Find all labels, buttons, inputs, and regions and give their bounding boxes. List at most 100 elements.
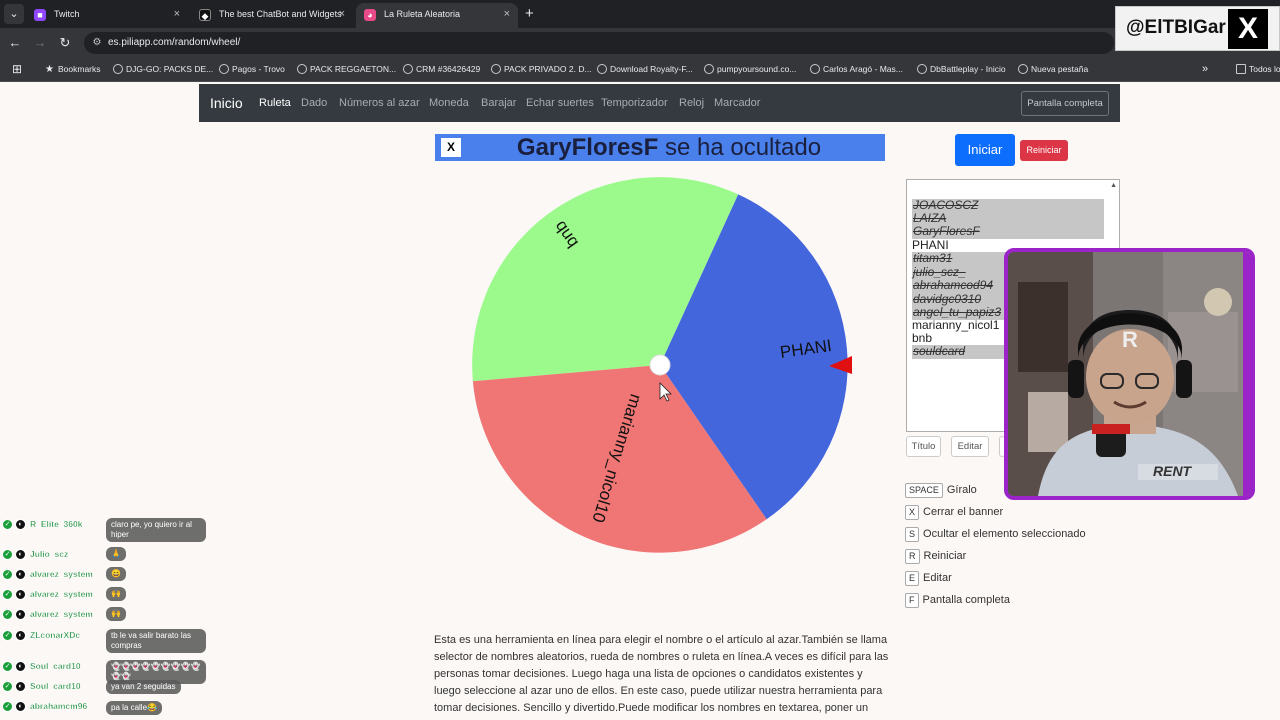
nav-echar-suertes[interactable]: Echar suertes — [526, 84, 594, 122]
x-logo-icon: X — [1228, 9, 1268, 49]
wheel-center-hub — [649, 354, 671, 376]
bookmark-item[interactable]: ★ Bookmarks — [45, 58, 101, 81]
shortcut-row: S Ocultar el elemento seleccionado — [905, 527, 1086, 542]
chat-message-text: tb le va salir barato las compras — [106, 629, 206, 653]
tab-streamelements[interactable]: ◆ The best ChatBot and Widgets × — [191, 3, 353, 28]
bookmark-item[interactable]: pumpyoursound.co... — [704, 58, 796, 81]
twitter-handle-overlay: @ElTBIGar X — [1115, 6, 1280, 51]
chat-username: abrahamcm96 — [30, 701, 88, 711]
bookmark-favicon-icon — [297, 64, 307, 74]
shortcut-key: F — [905, 593, 919, 608]
nav-moneda[interactable]: Moneda — [429, 84, 469, 122]
tab-title: The best ChatBot and Widgets — [219, 9, 342, 19]
webcam-scene: R RENT — [1008, 252, 1251, 496]
name-entry: GaryFloresF — [912, 224, 1104, 239]
nav-ruleta[interactable]: Ruleta — [259, 84, 291, 122]
close-icon[interactable]: × — [339, 3, 345, 26]
title-button[interactable]: Título — [906, 436, 941, 457]
badge-icon: ✓ — [2, 589, 13, 600]
nav-home-link[interactable]: Inicio — [210, 84, 243, 122]
fullscreen-button[interactable]: Pantalla completa — [1021, 91, 1109, 116]
chat-message: ✓ ◐ alvarez_system — [0, 566, 210, 584]
shortcut-row: F Pantalla completa — [905, 593, 1010, 608]
edit-button[interactable]: Editar — [951, 436, 989, 457]
bookmark-label: DJG-GO: PACKS DE... — [126, 64, 214, 74]
address-bar[interactable]: ⚙ es.piliapp.com/random/wheel/ — [84, 32, 1114, 54]
bookmark-label: CRM #36426429 — [416, 64, 481, 74]
chat-message-text: 😄 — [106, 567, 126, 581]
chat-username: alvarez_system — [30, 589, 93, 599]
bookmark-item[interactable]: PACK PRIVADO 2. D... — [491, 58, 592, 81]
apps-grid-icon[interactable]: ⊞ — [12, 63, 24, 75]
streamer-webcam: R RENT — [1004, 248, 1255, 500]
star-icon: ★ — [45, 64, 54, 75]
bookmark-label: Carlos Aragó - Mas... — [823, 64, 903, 74]
forward-arrow-icon[interactable]: → — [31, 34, 49, 52]
bookmarks-bar: ⊞ ★ Bookmarks DJG-GO: PACKS DE... Pagos -… — [0, 58, 1280, 82]
tab-title: La Ruleta Aleatoria — [384, 9, 461, 19]
close-icon[interactable]: × — [174, 3, 180, 26]
bookmark-label: Bookmarks — [58, 64, 101, 74]
nav-dado[interactable]: Dado — [301, 84, 327, 122]
bookmark-item[interactable]: PACK REGGAETON... — [297, 58, 396, 81]
bookmark-label: PACK PRIVADO 2. D... — [504, 64, 592, 74]
chat-username: alvarez_system — [30, 609, 93, 619]
bookmark-label: pumpyoursound.co... — [717, 64, 797, 74]
bookmark-folder-all[interactable]: Todos los — [1236, 58, 1280, 81]
nav-numeros[interactable]: Números al azar — [339, 84, 420, 122]
nav-temporizador[interactable]: Temporizador — [601, 84, 668, 122]
close-icon[interactable]: × — [504, 3, 510, 26]
badge-icon: ◐ — [15, 661, 26, 672]
url-text: es.piliapp.com/random/wheel/ — [108, 37, 241, 48]
new-tab-button[interactable]: + — [525, 4, 534, 24]
badge-icon: ◐ — [15, 569, 26, 580]
shortcut-row: E Editar — [905, 571, 952, 586]
browser-toolbar: ← → ↻ ⚙ es.piliapp.com/random/wheel/ — [0, 28, 1280, 58]
bookmark-item[interactable]: Download Royalty-F... — [597, 58, 693, 81]
back-arrow-icon[interactable]: ← — [6, 34, 24, 52]
badge-icon: ◐ — [15, 519, 26, 530]
tab-title: Twitch — [54, 9, 80, 19]
bookmark-favicon-icon — [917, 64, 927, 74]
bookmarks-overflow-button[interactable]: » — [1202, 58, 1208, 81]
bookmark-label: Download Royalty-F... — [610, 64, 693, 74]
badge-icon: ✓ — [2, 519, 13, 530]
bookmark-item[interactable]: DJG-GO: PACKS DE... — [113, 58, 213, 81]
shortcut-key: SPACE — [905, 483, 943, 498]
banner-close-button[interactable]: X — [441, 138, 461, 157]
reload-icon[interactable]: ↻ — [56, 34, 74, 52]
nav-marcador[interactable]: Marcador — [714, 84, 760, 122]
scroll-up-arrow-icon[interactable]: ▲ — [1110, 182, 1117, 189]
bookmark-item[interactable]: Carlos Aragó - Mas... — [810, 58, 903, 81]
bookmark-item[interactable]: CRM #36426429 — [403, 58, 480, 81]
chat-username: R_Elite_360k — [30, 519, 83, 529]
shortcut-description: Reiniciar — [923, 550, 967, 562]
site-info-icon[interactable]: ⚙ — [90, 36, 104, 50]
start-button[interactable]: Iniciar — [955, 134, 1015, 166]
browser-tabbar: ⌄ ■ Twitch × ◆ The best ChatBot and Widg… — [0, 0, 1280, 28]
badge-icon: ✓ — [2, 661, 13, 672]
tab-search-button[interactable]: ⌄ — [4, 4, 24, 24]
reset-button[interactable]: Reiniciar — [1020, 140, 1068, 161]
nav-reloj[interactable]: Reloj — [679, 84, 704, 122]
shortcut-description: Gíralo — [946, 484, 977, 496]
badge-icon: ◐ — [15, 549, 26, 560]
tab-ruleta[interactable]: ◕ La Ruleta Aleatoria × — [356, 3, 518, 28]
spin-wheel[interactable]: bnb PHANI marianny_nicol10 — [455, 165, 865, 565]
screen: ⌄ ■ Twitch × ◆ The best ChatBot and Widg… — [0, 0, 1280, 720]
bookmark-item[interactable]: Pagos - Trovo — [219, 58, 285, 81]
badge-icon: ✓ — [2, 681, 13, 692]
bookmark-label: DbBattleplay - Inicio — [930, 64, 1006, 74]
nav-barajar[interactable]: Barajar — [481, 84, 516, 122]
badge-icon: ✓ — [2, 569, 13, 580]
tab-twitch[interactable]: ■ Twitch × — [26, 3, 188, 28]
bookmark-label: PACK REGGAETON... — [310, 64, 397, 74]
chat-username: Soul_card10 — [30, 661, 81, 671]
chat-message: ✓ ◐ alvarez_system — [0, 586, 210, 604]
chat-username: Julio_scz — [30, 549, 69, 559]
badge-icon: ✓ — [2, 549, 13, 560]
shortcut-description: Ocultar el elemento seleccionado — [923, 528, 1086, 540]
chat-message-text: 🙌 — [106, 587, 126, 601]
bookmark-item[interactable]: Nueva pestaña — [1018, 58, 1088, 81]
bookmark-item[interactable]: DbBattleplay - Inicio — [917, 58, 1006, 81]
